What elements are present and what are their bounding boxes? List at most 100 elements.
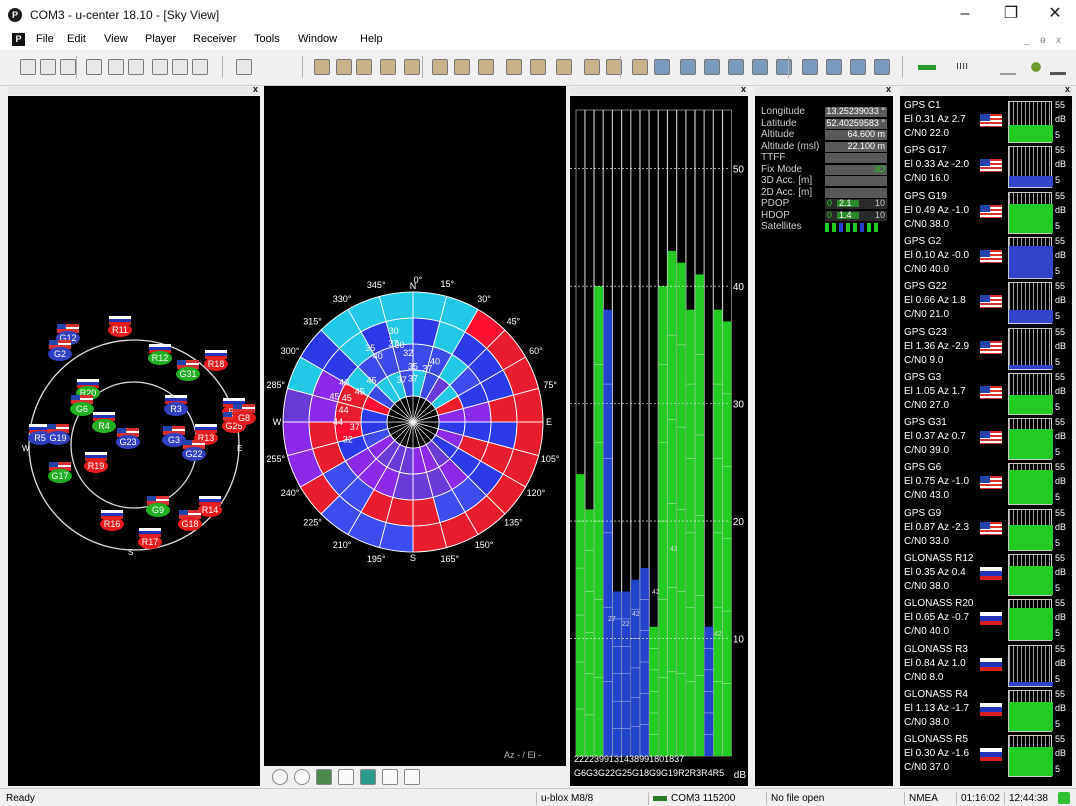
- signal-row[interactable]: GLONASS R5 El 0.30 Az -1.6 C/N0 37.0 55 dB 5: [900, 734, 1072, 779]
- tool-14-icon[interactable]: [404, 59, 420, 75]
- settings-icon[interactable]: [192, 59, 208, 75]
- nav-pane[interactable]: Longitude 13.25239033 ° Latitude 52.4025958…: [755, 96, 893, 786]
- close-icon[interactable]: x: [253, 84, 258, 94]
- tool-12-icon[interactable]: [356, 59, 372, 75]
- close-icon[interactable]: x: [886, 84, 891, 94]
- mdi-close-button[interactable]: x: [1056, 35, 1061, 46]
- preview-icon[interactable]: [108, 59, 124, 75]
- signal-row[interactable]: GPS G23 El 1.36 Az -2.9 C/N0 9.0 55 dB 5: [900, 327, 1072, 372]
- menu-player[interactable]: Player: [145, 33, 176, 45]
- curve-icon[interactable]: [404, 769, 420, 785]
- menu-view[interactable]: View: [104, 33, 128, 45]
- cn0-bar-chart[interactable]: 50 40 30 20 10 dB 2222399131438991801837 G6G3G2…: [570, 96, 748, 786]
- grid-icon[interactable]: [316, 769, 332, 785]
- satellite-G8[interactable]: G8: [232, 404, 256, 425]
- print-icon[interactable]: [86, 59, 102, 75]
- polar-pane[interactable]: N 0° 15° 30° 45° 60° 75° E 105° 120° 135° 150° 165° S…: [264, 86, 566, 766]
- tool-13-icon[interactable]: [380, 59, 396, 75]
- tool-21-icon[interactable]: [584, 59, 600, 75]
- signal-row[interactable]: GLONASS R4 El 1.13 Az -1.7 C/N0 38.0 55 dB 5: [900, 689, 1072, 734]
- signal-list-pane[interactable]: GPS C1 El 0.31 Az 2.7 C/N0 22.0 55 dB 5 GPS G1…: [900, 96, 1072, 786]
- satellite-G2[interactable]: G2: [48, 340, 72, 361]
- tool-25-icon[interactable]: [680, 59, 696, 75]
- tool-20-icon[interactable]: [556, 59, 572, 75]
- satellite-R17[interactable]: R17: [138, 528, 162, 549]
- menu-help[interactable]: Help: [360, 33, 383, 45]
- tripod-icon[interactable]: [1050, 59, 1066, 75]
- signal-row[interactable]: GPS G17 El 0.33 Az -2.0 C/N0 16.0 55 dB 5: [900, 145, 1072, 190]
- new-icon[interactable]: [20, 59, 36, 75]
- menu-tools[interactable]: Tools: [254, 33, 280, 45]
- circle-icon[interactable]: [294, 769, 310, 785]
- paste-icon[interactable]: [172, 59, 188, 75]
- document-icon[interactable]: P: [12, 33, 25, 46]
- open-icon[interactable]: [40, 59, 56, 75]
- satellite-R3[interactable]: R3: [164, 395, 188, 416]
- tool-23-icon[interactable]: [632, 59, 648, 75]
- mdi-minimize-button[interactable]: _: [1024, 35, 1030, 46]
- satellite-G18[interactable]: G18: [178, 510, 202, 531]
- restore-button[interactable]: ❐: [996, 4, 1026, 26]
- signal-row[interactable]: GPS G6 El 0.75 Az -1.0 C/N0 43.0 55 dB 5: [900, 462, 1072, 507]
- close-icon[interactable]: x: [1065, 84, 1070, 94]
- signal-row[interactable]: GPS C1 El 0.31 Az 2.7 C/N0 22.0 55 dB 5: [900, 100, 1072, 145]
- tool-32-icon[interactable]: [850, 59, 866, 75]
- tool-18-icon[interactable]: [506, 59, 522, 75]
- tool-27-icon[interactable]: [728, 59, 744, 75]
- satellite-R19[interactable]: R19: [84, 452, 108, 473]
- satellite-G31[interactable]: G31: [176, 360, 200, 381]
- chart-icon[interactable]: [382, 769, 398, 785]
- tool-28-icon[interactable]: [752, 59, 768, 75]
- copy-icon[interactable]: [152, 59, 168, 75]
- tool-19-icon[interactable]: [530, 59, 546, 75]
- close-icon[interactable]: x: [741, 84, 746, 94]
- menu-receiver[interactable]: Receiver: [193, 33, 236, 45]
- menu-edit[interactable]: Edit: [67, 33, 86, 45]
- tool-24-icon[interactable]: [654, 59, 670, 75]
- skyview-pane[interactable]: EWSR11G12G2R12G31R18R20G6R3R2G25R4G23G3R…: [8, 96, 260, 786]
- satellite-R18[interactable]: R18: [204, 350, 228, 371]
- satellite-G17[interactable]: G17: [48, 462, 72, 483]
- polar-plot[interactable]: N0° 15°30°45°60°75°E105°120°135°150°165°S…: [264, 86, 566, 766]
- satellite-R4[interactable]: R4: [92, 412, 116, 433]
- satellite-G22[interactable]: G22: [182, 440, 206, 461]
- cn0-pane[interactable]: 50 40 30 20 10 dB 2222399131438991801837 G6G3G2…: [570, 96, 748, 786]
- tool-29-icon[interactable]: [776, 59, 792, 75]
- satellite-G19[interactable]: G19: [46, 424, 70, 445]
- signal-row[interactable]: GPS G22 El 0.66 Az 1.8 C/N0 21.0 55 dB 5: [900, 281, 1072, 326]
- signal-row[interactable]: GPS G3 El 1.05 Az 1.7 C/N0 27.0 55 dB 5: [900, 372, 1072, 417]
- save-icon[interactable]: [60, 59, 76, 75]
- satellite-icon[interactable]: [1028, 59, 1044, 75]
- tool-17-icon[interactable]: [478, 59, 494, 75]
- satellite-G9[interactable]: G9: [146, 496, 170, 517]
- signal-row[interactable]: GPS G31 El 0.37 Az 0.7 C/N0 39.0 55 dB 5: [900, 417, 1072, 462]
- tool-33-icon[interactable]: [874, 59, 890, 75]
- tool-11-icon[interactable]: [336, 59, 352, 75]
- signal-row[interactable]: GLONASS R12 El 0.35 Az 0.4 C/N0 38.0 55 dB 5: [900, 553, 1072, 598]
- signal-row[interactable]: GPS G19 El 0.49 Az -1.0 C/N0 38.0 55 dB 5: [900, 191, 1072, 236]
- signal-row[interactable]: GLONASS R3 El 0.84 Az 1.0 C/N0 8.0 55 dB 5: [900, 644, 1072, 689]
- mdi-restore-button[interactable]: ɵ: [1040, 35, 1046, 46]
- cut-icon[interactable]: [128, 59, 144, 75]
- satellite-R12[interactable]: R12: [148, 344, 172, 365]
- menu-window[interactable]: Window: [298, 33, 337, 45]
- antenna-icon[interactable]: [999, 59, 1025, 75]
- dropdown-label[interactable]: ıııı: [956, 60, 968, 72]
- close-button[interactable]: ✕: [1040, 4, 1070, 26]
- satellite-G3[interactable]: G3: [162, 426, 186, 447]
- satellite-G6[interactable]: G6: [70, 395, 94, 416]
- satellite-R16[interactable]: R16: [100, 510, 124, 531]
- minimize-button[interactable]: –: [950, 4, 980, 26]
- target-icon[interactable]: [272, 769, 288, 785]
- arrow-icon[interactable]: [916, 59, 938, 75]
- arrow-icon[interactable]: [360, 769, 376, 785]
- satellite-R14[interactable]: R14: [198, 496, 222, 517]
- tool-16-icon[interactable]: [454, 59, 470, 75]
- signal-row[interactable]: GPS G2 El 0.10 Az -0.0 C/N0 40.0 55 dB 5: [900, 236, 1072, 281]
- satellite-R11[interactable]: R11: [108, 316, 132, 337]
- signal-row[interactable]: GPS G9 El 0.87 Az -2.3 C/N0 33.0 55 dB 5: [900, 508, 1072, 553]
- tool-30-icon[interactable]: [802, 59, 818, 75]
- tool-26-icon[interactable]: [704, 59, 720, 75]
- tool-10-icon[interactable]: [314, 59, 330, 75]
- satellite-G23[interactable]: G23: [116, 428, 140, 449]
